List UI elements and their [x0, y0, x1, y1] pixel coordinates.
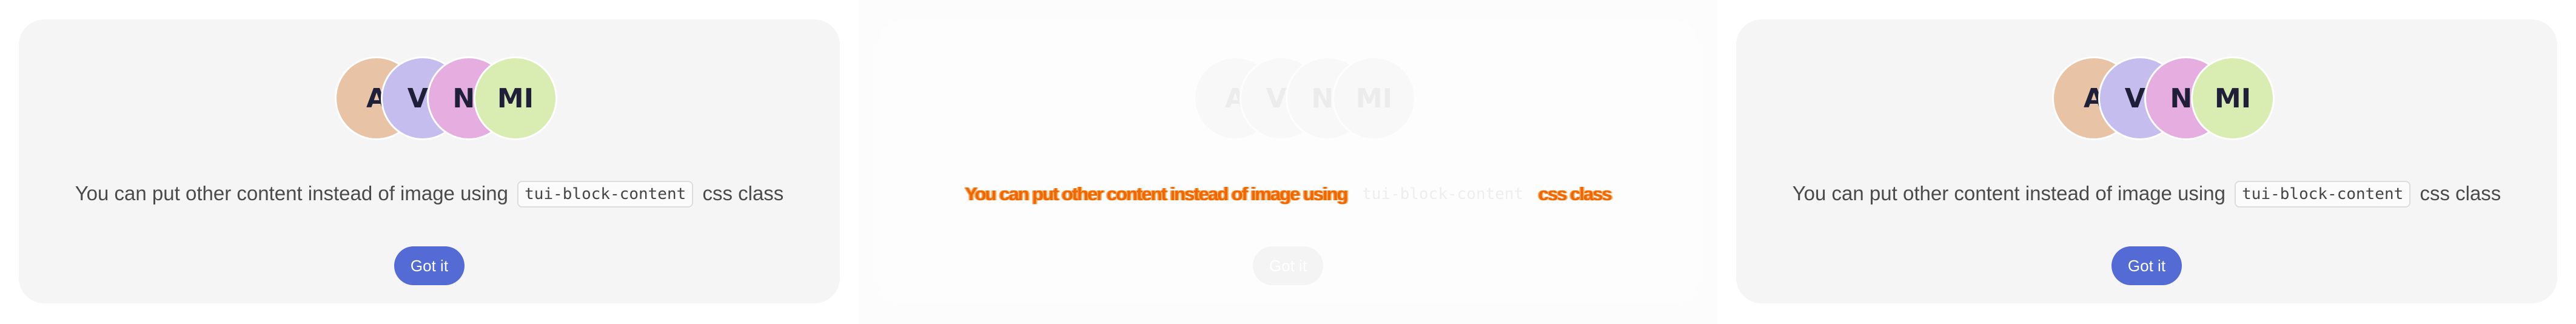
- got-it-button[interactable]: Got it: [1253, 246, 1323, 285]
- avatar-stack: A VI NI MI: [19, 56, 840, 140]
- avatar-initials: MI: [1355, 83, 1393, 114]
- hint-text-before: You can put other content instead of ima…: [75, 182, 508, 204]
- avatar: MI: [1332, 56, 1416, 140]
- hint-panel-3: A VI NI MI You can put other content ins…: [1717, 0, 2576, 324]
- avatar-initials: MI: [497, 83, 534, 114]
- screenshot-strip: A VI NI MI You can put other content ins…: [0, 0, 2576, 324]
- code-snippet: tui-block-content: [517, 181, 694, 208]
- code-snippet: tui-block-content: [1362, 185, 1524, 203]
- hint-text-before: You can put other content instead of ima…: [1792, 182, 2225, 204]
- avatar-initials: MI: [2214, 83, 2252, 114]
- avatar: MI: [474, 56, 557, 140]
- hint-message: You can put other content instead of ima…: [1736, 181, 2557, 208]
- got-it-button[interactable]: Got it: [2111, 246, 2182, 285]
- hint-card: A VI NI MI You can put other content ins…: [877, 19, 1699, 303]
- hint-message: You can put other content instead of ima…: [19, 181, 840, 208]
- hint-text-after: css class: [702, 182, 784, 204]
- hint-message: You can put other content instead of ima…: [877, 181, 1699, 208]
- avatar-stack: A VI NI MI: [877, 56, 1699, 140]
- hint-card: A VI NI MI You can put other content ins…: [1736, 19, 2557, 303]
- hint-text-after: css class: [1538, 183, 1612, 204]
- avatar: MI: [2191, 56, 2275, 140]
- code-snippet: tui-block-content: [2235, 181, 2411, 208]
- hint-panel-2: A VI NI MI You can put other content ins…: [859, 0, 1717, 324]
- hint-panel-1: A VI NI MI You can put other content ins…: [0, 0, 859, 324]
- hint-card: A VI NI MI You can put other content ins…: [19, 19, 840, 303]
- hint-text-after: css class: [2420, 182, 2501, 204]
- avatar-stack: A VI NI MI: [1736, 56, 2557, 140]
- hint-text-before: You can put other content instead of ima…: [965, 183, 1348, 204]
- got-it-button[interactable]: Got it: [394, 246, 465, 285]
